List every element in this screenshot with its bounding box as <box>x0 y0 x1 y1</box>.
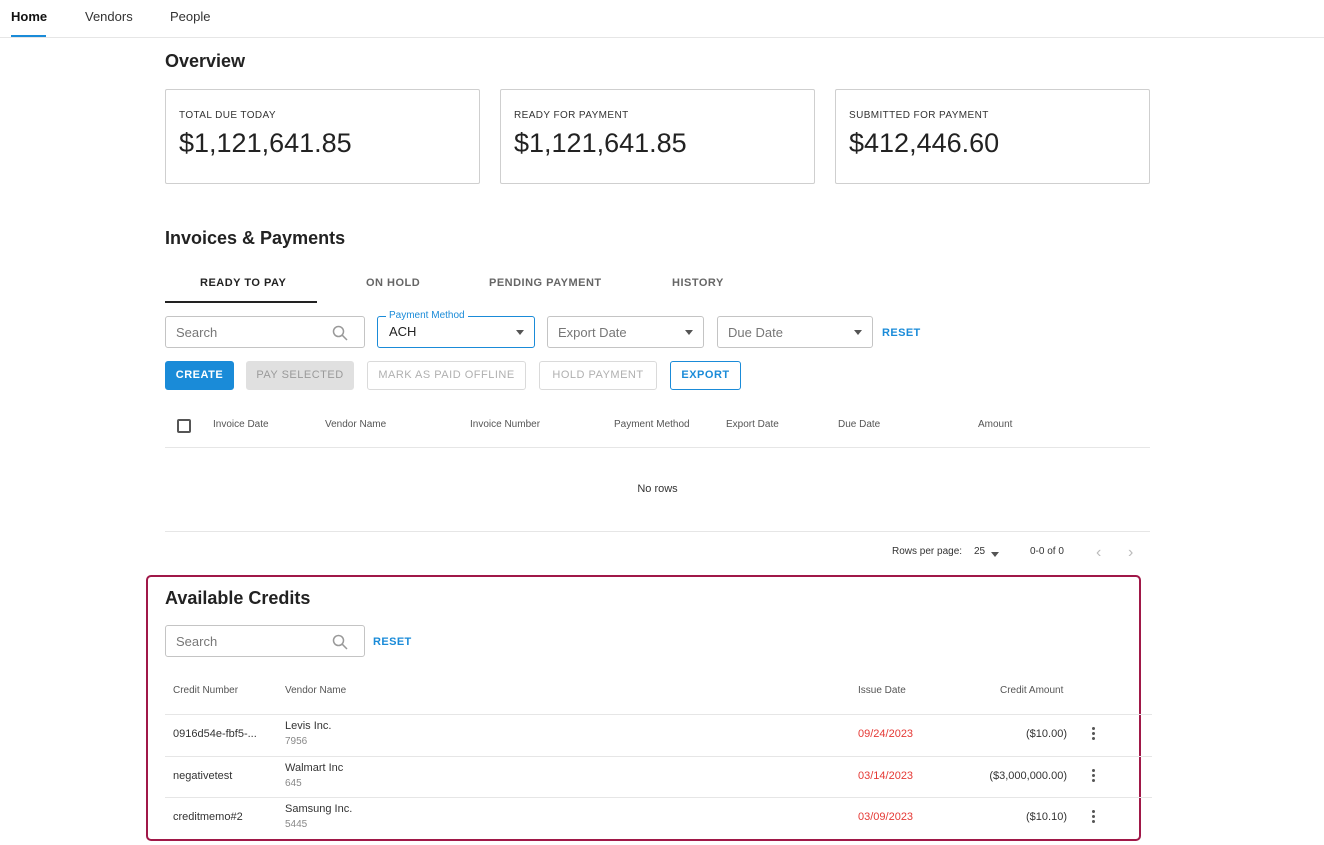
col-invoice-date[interactable]: Invoice Date <box>213 419 269 430</box>
nav-active-indicator <box>11 35 46 37</box>
credit-number: creditmemo#2 <box>173 811 243 823</box>
payment-method-label: Payment Method <box>386 310 468 321</box>
chevron-right-icon[interactable]: › <box>1128 544 1133 562</box>
tab-on-hold[interactable]: ON HOLD <box>366 277 420 289</box>
tab-active-indicator <box>165 301 317 303</box>
credits-reset-button[interactable]: RESET <box>373 636 412 648</box>
chevron-down-icon <box>854 330 862 335</box>
credits-search-input[interactable]: Search <box>165 625 365 657</box>
tab-ready-to-pay[interactable]: READY TO PAY <box>200 277 286 289</box>
credit-number: negativetest <box>173 770 233 782</box>
ready-for-payment-card: READY FOR PAYMENT $1,121,641.85 <box>500 89 815 184</box>
col-amount[interactable]: Amount <box>978 419 1012 430</box>
card-label: SUBMITTED FOR PAYMENT <box>849 110 989 121</box>
vendor-name: Levis Inc. <box>285 720 332 732</box>
export-date-placeholder: Export Date <box>558 325 627 340</box>
issue-date: 03/09/2023 <box>858 811 914 823</box>
chevron-down-icon <box>516 330 524 335</box>
submitted-for-payment-card: SUBMITTED FOR PAYMENT $412,446.60 <box>835 89 1150 184</box>
export-button[interactable]: EXPORT <box>670 361 741 390</box>
col-credit-amount[interactable]: Credit Amount <box>1000 685 1063 696</box>
top-nav: Home Vendors People <box>0 0 1324 38</box>
invoice-search-input[interactable]: Search <box>165 316 365 348</box>
col-payment-method[interactable]: Payment Method <box>614 419 690 430</box>
invoices-title: Invoices & Payments <box>165 228 346 248</box>
vendor-name: Samsung Inc. <box>285 803 353 815</box>
issue-date: 09/24/2023 <box>858 728 914 740</box>
table-row[interactable]: negativetest Walmart Inc 645 03/14/2023 … <box>165 756 1152 798</box>
pay-selected-button[interactable]: PAY SELECTED <box>246 361 354 390</box>
more-options-icon[interactable] <box>1091 810 1097 826</box>
vendor-id: 645 <box>285 778 302 789</box>
credit-amount: ($10.10) <box>1026 811 1067 823</box>
tab-pending-payment[interactable]: PENDING PAYMENT <box>489 277 602 289</box>
card-label: READY FOR PAYMENT <box>514 110 629 121</box>
payment-method-select[interactable]: Payment Method ACH <box>377 310 535 348</box>
vendor-id: 5445 <box>285 819 308 830</box>
col-due-date[interactable]: Due Date <box>838 419 880 430</box>
card-label: TOTAL DUE TODAY <box>179 110 276 121</box>
nav-tab-people[interactable]: People <box>170 9 210 24</box>
vendor-id: 7956 <box>285 736 308 747</box>
total-due-card: TOTAL DUE TODAY $1,121,641.85 <box>165 89 480 184</box>
empty-rows-message: No rows <box>637 483 678 495</box>
nav-tab-vendors[interactable]: Vendors <box>85 9 133 24</box>
table-row[interactable]: 0916d54e-fbf5-... Levis Inc. 7956 09/24/… <box>165 714 1152 756</box>
export-date-select[interactable]: Export Date <box>547 316 704 348</box>
select-all-checkbox[interactable] <box>177 419 191 433</box>
col-credit-number[interactable]: Credit Number <box>173 685 238 696</box>
due-date-select[interactable]: Due Date <box>717 316 873 348</box>
col-issue-date[interactable]: Issue Date <box>858 685 906 696</box>
chevron-down-icon[interactable] <box>991 552 999 557</box>
hold-payment-button[interactable]: HOLD PAYMENT <box>539 361 657 390</box>
search-icon <box>332 325 348 341</box>
more-options-icon[interactable] <box>1091 769 1097 785</box>
search-icon <box>332 634 348 650</box>
search-placeholder: Search <box>176 325 218 340</box>
credits-title: Available Credits <box>165 588 311 608</box>
vendor-name: Walmart Inc <box>285 762 344 774</box>
create-button[interactable]: CREATE <box>165 361 234 390</box>
overview-title: Overview <box>165 51 246 71</box>
credit-number: 0916d54e-fbf5-... <box>173 728 257 740</box>
search-placeholder: Search <box>176 634 218 649</box>
card-value: $1,121,641.85 <box>179 128 352 158</box>
chevron-left-icon[interactable]: ‹ <box>1096 544 1101 562</box>
due-date-placeholder: Due Date <box>728 325 783 340</box>
col-export-date[interactable]: Export Date <box>726 419 779 430</box>
col-vendor-name[interactable]: Vendor Name <box>325 419 386 430</box>
col-invoice-number[interactable]: Invoice Number <box>470 419 540 430</box>
invoice-table-body: No rows <box>165 448 1150 532</box>
card-value: $412,446.60 <box>849 128 1000 158</box>
tab-history[interactable]: HISTORY <box>672 277 724 289</box>
mark-as-paid-offline-button[interactable]: MARK AS PAID OFFLINE <box>367 361 526 390</box>
invoice-table-header: Invoice Date Vendor Name Invoice Number … <box>165 404 1150 448</box>
issue-date: 03/14/2023 <box>858 770 914 782</box>
table-row[interactable]: creditmemo#2 Samsung Inc. 5445 03/09/202… <box>165 797 1152 839</box>
pagination-range: 0-0 of 0 <box>1030 546 1064 557</box>
col-credit-vendor-name[interactable]: Vendor Name <box>285 685 346 696</box>
payment-method-value: ACH <box>389 324 417 339</box>
chevron-down-icon <box>685 330 693 335</box>
credit-amount: ($10.00) <box>1026 728 1067 740</box>
card-value: $1,121,641.85 <box>514 128 687 158</box>
credit-amount: ($3,000,000.00) <box>989 770 1067 782</box>
rows-per-page-label: Rows per page: <box>892 546 963 557</box>
nav-tab-home[interactable]: Home <box>11 9 47 24</box>
rows-per-page-select[interactable]: 25 <box>974 546 985 557</box>
invoices-reset-button[interactable]: RESET <box>882 327 921 339</box>
more-options-icon[interactable] <box>1091 727 1097 743</box>
